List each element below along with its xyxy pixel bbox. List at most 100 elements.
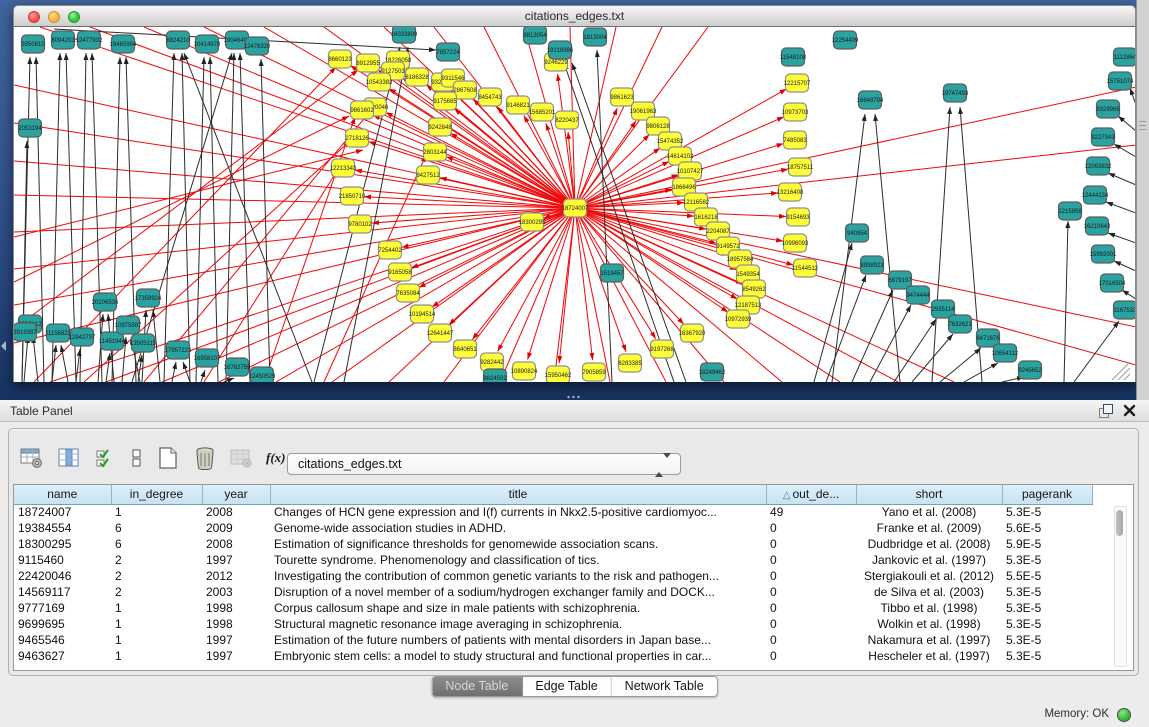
graph-node[interactable]: 16782759 bbox=[224, 358, 251, 376]
graph-edge[interactable] bbox=[814, 243, 852, 382]
table-cell[interactable]: 1 bbox=[111, 648, 202, 664]
table-cell[interactable]: 0 bbox=[766, 600, 856, 616]
graph-node[interactable]: 18757511 bbox=[787, 158, 814, 176]
table-cell[interactable]: Dudbridge et al. (2008) bbox=[856, 536, 1002, 552]
graph-node[interactable]: 9780102 bbox=[348, 215, 372, 233]
table-mode-icon[interactable] bbox=[19, 445, 45, 471]
graph-node[interactable]: 1112864 bbox=[1114, 48, 1136, 66]
table-cell[interactable]: 49 bbox=[766, 504, 856, 520]
graph-edge[interactable] bbox=[875, 114, 900, 382]
graph-node[interactable]: 1215958 bbox=[1058, 202, 1082, 220]
graph-node[interactable]: 12213343 bbox=[330, 159, 357, 177]
table-cell[interactable]: 5.3E-5 bbox=[1002, 504, 1092, 520]
table-row[interactable]: 1872400712008Changes of HCN gene express… bbox=[14, 504, 1092, 520]
table-cell[interactable]: 5.6E-5 bbox=[1002, 520, 1092, 536]
graph-node[interactable]: 15992001 bbox=[1090, 245, 1117, 263]
table-cell[interactable]: 1 bbox=[111, 600, 202, 616]
graph-edge[interactable] bbox=[172, 362, 176, 382]
table-cell[interactable]: 2 bbox=[111, 584, 202, 600]
graph-edge[interactable] bbox=[449, 208, 575, 325]
column-header-name[interactable]: name bbox=[14, 485, 111, 504]
table-cell[interactable]: de Silva et al. (2003) bbox=[856, 584, 1002, 600]
column-header-in_degree[interactable]: in_degree bbox=[111, 485, 202, 504]
graph-edge[interactable] bbox=[575, 208, 724, 382]
graph-node[interactable]: 11451944 bbox=[99, 332, 126, 350]
graph-edge[interactable] bbox=[33, 336, 38, 382]
graph-edge[interactable] bbox=[183, 362, 190, 382]
graph-edge[interactable] bbox=[575, 208, 684, 324]
graph-edge[interactable] bbox=[1122, 290, 1135, 299]
graph-edge[interactable] bbox=[22, 141, 27, 382]
table-cell[interactable]: Jankovic et al. (1997) bbox=[856, 552, 1002, 568]
graph-edge[interactable] bbox=[196, 57, 204, 382]
graph-node[interactable]: 15685201 bbox=[529, 103, 556, 121]
graph-node[interactable]: 7635084 bbox=[396, 284, 420, 302]
graph-node[interactable]: 10414978 bbox=[194, 35, 221, 53]
graph-edge[interactable] bbox=[14, 150, 363, 237]
table-cell[interactable]: 6 bbox=[111, 520, 202, 536]
graph-node[interactable]: 8640651 bbox=[453, 340, 477, 358]
memory-status-icon[interactable] bbox=[1117, 708, 1131, 722]
horizontal-splitter-handle[interactable] bbox=[566, 395, 580, 399]
graph-node[interactable]: 9350610 bbox=[21, 35, 45, 53]
graph-edge[interactable] bbox=[1108, 233, 1135, 243]
graph-node[interactable]: 11544512 bbox=[792, 259, 819, 277]
graph-edge[interactable] bbox=[559, 208, 575, 363]
graph-edge[interactable] bbox=[106, 353, 110, 382]
table-cell[interactable]: Estimation of significance thresholds fo… bbox=[270, 536, 766, 552]
graph-node[interactable]: 10973703 bbox=[782, 103, 809, 121]
graph-node[interactable]: 8427512 bbox=[416, 166, 440, 184]
table-row[interactable]: 1830029562008Estimation of significance … bbox=[14, 536, 1092, 552]
table-cell[interactable]: 9115460 bbox=[14, 552, 111, 568]
graph-node[interactable]: 9197268 bbox=[650, 340, 674, 358]
graph-node[interactable]: 9329966 bbox=[1096, 100, 1120, 118]
graph-edge[interactable] bbox=[1106, 202, 1135, 213]
graph-node[interactable]: 16958107 bbox=[194, 349, 221, 367]
graph-node[interactable]: 12477932 bbox=[76, 31, 103, 49]
column-header-out_de[interactable]: △out_de... bbox=[766, 485, 856, 504]
graph-node[interactable]: 13216408 bbox=[777, 183, 804, 201]
table-cell[interactable]: Yano et al. (2008) bbox=[856, 504, 1002, 520]
graph-node[interactable]: 10543382 bbox=[366, 73, 393, 91]
table-cell[interactable]: Disruption of a novel member of a sodium… bbox=[270, 584, 766, 600]
table-cell[interactable]: 2 bbox=[111, 568, 202, 584]
table-cell[interactable]: Changes of HCN gene expression and I(f) … bbox=[270, 504, 766, 520]
table-cell[interactable]: Genome-wide association studies in ADHD. bbox=[270, 520, 766, 536]
graph-node[interactable]: 13505115 bbox=[130, 334, 157, 352]
graph-node[interactable]: 12444134 bbox=[1082, 186, 1109, 204]
table-cell[interactable]: 0 bbox=[766, 648, 856, 664]
graph-node[interactable]: 2053194 bbox=[18, 119, 42, 137]
graph-node[interactable]: 8220437 bbox=[555, 111, 579, 129]
table-row[interactable]: 2242004622012Investigating the contribut… bbox=[14, 568, 1092, 584]
graph-node[interactable]: 3919387 bbox=[14, 323, 37, 341]
graph-node[interactable]: 1518457 bbox=[600, 264, 624, 282]
graph-node[interactable]: 8283385 bbox=[618, 354, 642, 372]
tab-network-table[interactable]: Network Table bbox=[612, 677, 717, 696]
table-cell[interactable]: 1998 bbox=[202, 600, 270, 616]
table-cell[interactable]: 2009 bbox=[202, 520, 270, 536]
table-cell[interactable]: Franke et al. (2009) bbox=[856, 520, 1002, 536]
table-cell[interactable]: 9465546 bbox=[14, 632, 111, 648]
table-cell[interactable]: 5.5E-5 bbox=[1002, 568, 1092, 584]
delete-column-icon[interactable] bbox=[192, 445, 218, 471]
graph-node[interactable]: 7254402 bbox=[378, 241, 402, 259]
table-row[interactable]: 1938455462009Genome-wide association stu… bbox=[14, 520, 1092, 536]
scrollbar-thumb[interactable] bbox=[1116, 510, 1123, 536]
graph-node[interactable]: 20206536 bbox=[92, 293, 119, 311]
graph-node[interactable]: 12093832 bbox=[1085, 157, 1112, 175]
network-canvas[interactable]: 1872400786601238912955182260589127503818… bbox=[13, 27, 1136, 382]
graph-node[interactable]: 10654112 bbox=[992, 344, 1019, 362]
graph-node[interactable]: 10890824 bbox=[511, 362, 538, 380]
graph-node[interactable]: 16648794 bbox=[857, 91, 884, 109]
graph-node[interactable]: 2718126 bbox=[345, 129, 369, 147]
left-panel-handle-icon[interactable] bbox=[1, 341, 6, 351]
table-cell[interactable]: Structural magnetic resonance image aver… bbox=[270, 616, 766, 632]
row-state-icon[interactable] bbox=[130, 445, 144, 471]
table-cell[interactable]: 1 bbox=[111, 504, 202, 520]
graph-node[interactable]: 9227343 bbox=[1091, 128, 1115, 146]
table-cell[interactable]: 6 bbox=[111, 536, 202, 552]
table-cell[interactable]: 0 bbox=[766, 632, 856, 648]
delete-table-icon[interactable] bbox=[229, 445, 255, 471]
table-cell[interactable]: 9777169 bbox=[14, 600, 111, 616]
table-cell[interactable]: 14569117 bbox=[14, 584, 111, 600]
